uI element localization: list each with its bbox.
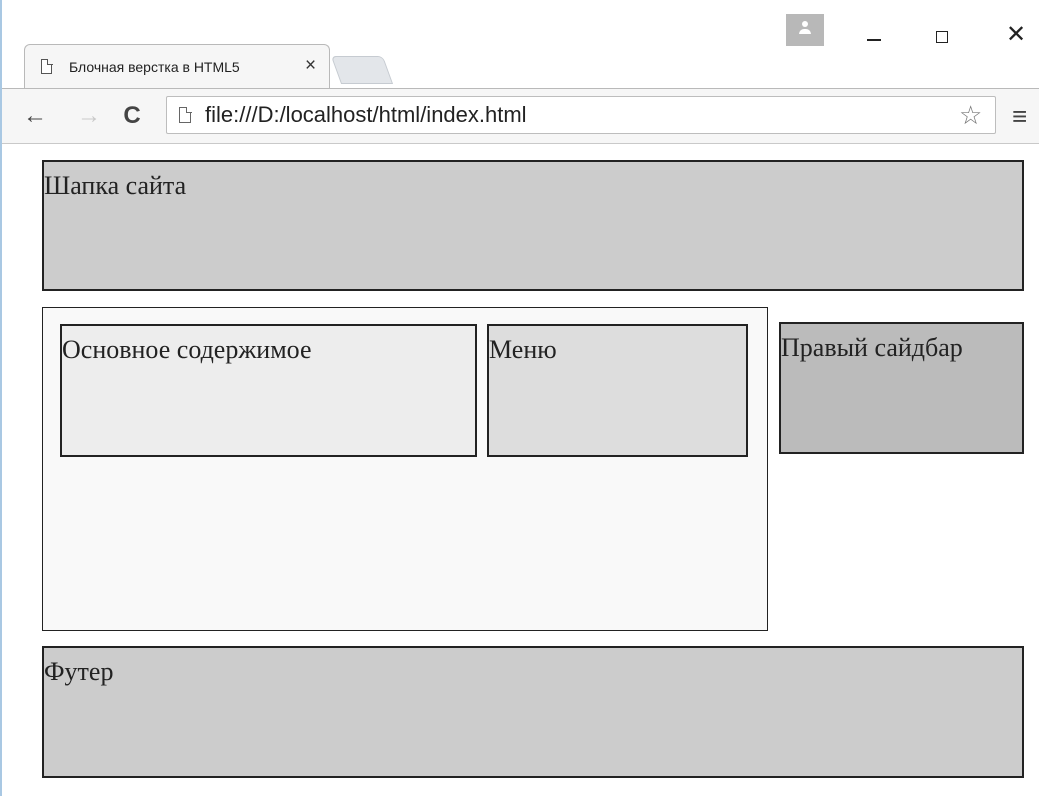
minimize-button[interactable] xyxy=(853,20,893,50)
page-icon xyxy=(179,106,192,123)
right-sidebar-label: Правый сайдбар xyxy=(781,333,963,362)
site-footer-label: Футер xyxy=(44,657,114,686)
bookmark-star-icon[interactable]: ☆ xyxy=(959,100,982,131)
title-bar: Блочная верстка в HTML5 × ✕ xyxy=(2,0,1039,88)
address-bar[interactable]: file:///D:/localhost/html/index.html ☆ xyxy=(166,96,996,134)
right-sidebar: Правый сайдбар xyxy=(779,322,1024,454)
browser-toolbar: ← → C file:///D:/localhost/html/index.ht… xyxy=(2,88,1039,144)
url-text[interactable]: file:///D:/localhost/html/index.html xyxy=(205,102,527,128)
back-button[interactable]: ← xyxy=(20,101,50,131)
reload-button[interactable]: C xyxy=(117,101,147,131)
forward-button[interactable]: → xyxy=(74,101,104,131)
close-window-button[interactable]: ✕ xyxy=(996,20,1036,50)
browser-window: Блочная верстка в HTML5 × ✕ ← → C file:/… xyxy=(0,0,1039,796)
site-footer: Футер xyxy=(42,646,1024,778)
new-tab-button[interactable] xyxy=(330,56,394,84)
tab-title: Блочная верстка в HTML5 xyxy=(69,59,294,75)
tab-close-icon[interactable]: × xyxy=(305,55,316,77)
site-header-label: Шапка сайта xyxy=(44,171,187,200)
main-content: Основное содержимое xyxy=(60,324,477,457)
browser-tab[interactable]: Блочная верстка в HTML5 × xyxy=(24,44,330,88)
profile-icon[interactable] xyxy=(786,14,824,46)
menu-block: Меню xyxy=(487,324,748,457)
site-header: Шапка сайта xyxy=(42,160,1024,291)
browser-menu-icon[interactable]: ≡ xyxy=(1012,101,1027,131)
page-viewport: Шапка сайта Основное содержимое Меню Пра… xyxy=(4,144,1039,796)
document-icon xyxy=(41,59,52,74)
menu-label: Меню xyxy=(489,335,557,364)
maximize-button[interactable] xyxy=(922,20,962,50)
main-content-label: Основное содержимое xyxy=(62,335,312,364)
